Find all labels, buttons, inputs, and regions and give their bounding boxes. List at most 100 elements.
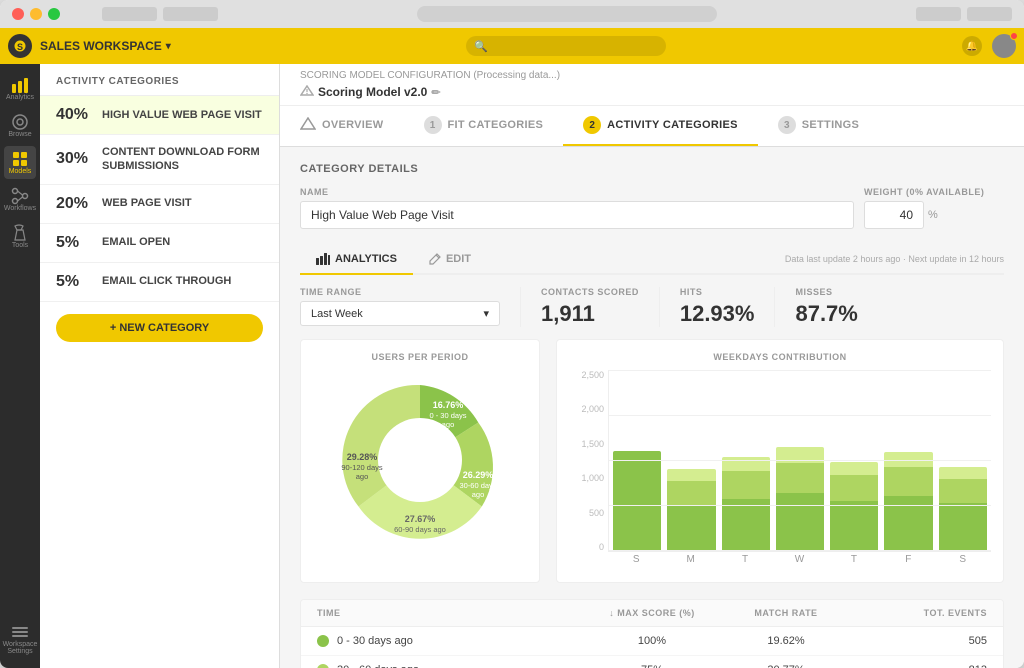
x-label-t2: T bbox=[830, 554, 878, 568]
analytics-tab[interactable]: ANALYTICS bbox=[300, 245, 413, 275]
category-details-title: CATEGORY DETAILS bbox=[300, 163, 1004, 175]
table-row-2: 30 - 60 days ago 75% 30.77% 813 bbox=[301, 656, 1003, 668]
hits-value: 12.93% bbox=[680, 301, 755, 327]
fullscreen-icon[interactable] bbox=[48, 8, 60, 20]
name-input[interactable] bbox=[300, 201, 854, 229]
nav-logo: S bbox=[8, 34, 32, 58]
td-time-2: 30 - 60 days ago bbox=[317, 664, 585, 668]
tab-fit-label: FIT CATEGORIES bbox=[448, 119, 544, 131]
categories-sidebar: ACTIVITY CATEGORIES 40% HIGH VALUE WEB P… bbox=[40, 64, 280, 668]
svg-text:ago: ago bbox=[356, 472, 369, 481]
edit-scoring-model-icon[interactable]: ✏ bbox=[431, 86, 440, 99]
svg-text:16.76%: 16.76% bbox=[433, 400, 464, 410]
sidebar-item-workspace-settings[interactable]: WorkspaceSettings bbox=[4, 619, 36, 660]
close-icon[interactable] bbox=[12, 8, 24, 20]
app-window: S SALES WORKSPACE ▾ 🔍 🔔 bbox=[0, 0, 1024, 668]
td-rate-1: 19.62% bbox=[719, 635, 853, 647]
svg-text:29.28%: 29.28% bbox=[347, 452, 378, 462]
hits-label: HITS bbox=[680, 287, 755, 297]
misses-label: MISSES bbox=[795, 287, 857, 297]
name-label: NAME bbox=[300, 187, 854, 197]
weight-row: % bbox=[864, 201, 1004, 229]
sidebar-browse-label: Browse bbox=[8, 131, 31, 138]
bar-chart-title: WEEKDAYS CONTRIBUTION bbox=[569, 352, 991, 362]
browser-tab-1[interactable] bbox=[102, 7, 157, 21]
td-rate-2: 30.77% bbox=[719, 664, 853, 668]
time-range-select[interactable]: Last Week ▾ bbox=[300, 301, 500, 326]
edit-tab[interactable]: EDIT bbox=[413, 245, 487, 275]
sidebar-models-label: Models bbox=[9, 168, 32, 175]
step-tabs: OVERVIEW 1 FIT CATEGORIES 2 ACTIVITY CAT… bbox=[280, 105, 1024, 146]
time-range-arrow: ▾ bbox=[483, 307, 489, 320]
analytics-tabs: ANALYTICS EDIT Data last update 2 hours … bbox=[300, 245, 1004, 275]
minimize-icon[interactable] bbox=[30, 8, 42, 20]
y-label-2000: 2,000 bbox=[581, 404, 604, 414]
svg-text:ago: ago bbox=[472, 490, 485, 499]
breadcrumb: SCORING MODEL CONFIGURATION (Processing … bbox=[280, 64, 1024, 85]
tab-fit-categories[interactable]: 1 FIT CATEGORIES bbox=[404, 106, 564, 146]
new-category-button[interactable]: + NEW CATEGORY bbox=[56, 314, 263, 342]
analytics-tab-label: ANALYTICS bbox=[335, 253, 397, 265]
sidebar-item-tools[interactable]: Tools bbox=[4, 220, 36, 253]
category-item-2[interactable]: 30% CONTENT DOWNLOAD FORM SUBMISSIONS bbox=[40, 135, 279, 185]
time-dot-1 bbox=[317, 635, 329, 647]
nav-right: 🔔 bbox=[962, 34, 1016, 58]
sidebar-ws-settings-label: WorkspaceSettings bbox=[3, 641, 38, 656]
th-tot-events: TOT. EVENTS bbox=[853, 608, 987, 618]
edit-tab-label: EDIT bbox=[446, 253, 471, 265]
weight-percent-label: % bbox=[928, 209, 938, 221]
category-item-3[interactable]: 20% WEB PAGE VISIT bbox=[40, 185, 279, 224]
th-time: TIME bbox=[317, 608, 585, 618]
y-label-2500: 2,500 bbox=[581, 370, 604, 380]
tab-activity-categories[interactable]: 2 ACTIVITY CATEGORIES bbox=[563, 106, 758, 146]
cat-percent-3: 20% bbox=[56, 195, 92, 213]
contacts-scored-block: CONTACTS SCORED 1,911 bbox=[520, 287, 659, 327]
tab-overview[interactable]: OVERVIEW bbox=[280, 106, 404, 146]
url-bar[interactable] bbox=[417, 6, 717, 22]
category-item-1[interactable]: 40% HIGH VALUE WEB PAGE VISIT bbox=[40, 96, 279, 135]
th-match-rate: MATCH RATE bbox=[719, 608, 853, 618]
icon-sidebar: Analytics Browse Models Workflows Tools bbox=[0, 64, 40, 668]
browser-btn-1[interactable] bbox=[916, 7, 961, 21]
svg-text:0 - 30 days: 0 - 30 days bbox=[429, 411, 466, 420]
name-weight-row: NAME WEIGHT (0% AVAILABLE) % bbox=[300, 187, 1004, 229]
donut-chart-section: USERS PER PERIOD bbox=[300, 339, 540, 583]
cat-percent-5: 5% bbox=[56, 273, 92, 291]
category-item-4[interactable]: 5% EMAIL OPEN bbox=[40, 224, 279, 263]
sidebar-workflows-label: Workflows bbox=[4, 205, 36, 212]
tab-activity-label: ACTIVITY CATEGORIES bbox=[607, 119, 738, 131]
weight-input[interactable] bbox=[864, 201, 924, 229]
svg-text:S: S bbox=[17, 42, 23, 52]
notifications-icon[interactable]: 🔔 bbox=[962, 36, 982, 56]
svg-text:26.29%: 26.29% bbox=[463, 470, 494, 480]
x-label-w: W bbox=[775, 554, 823, 568]
tab-settings[interactable]: 3 SETTINGS bbox=[758, 106, 879, 146]
table-header: TIME ↓ ↓ MAX SCORE (%)MAX SCORE (%) MATC… bbox=[301, 600, 1003, 627]
top-nav: S SALES WORKSPACE ▾ 🔍 🔔 bbox=[0, 28, 1024, 64]
bar-chart-section: WEEKDAYS CONTRIBUTION 2,500 2,000 1,500 … bbox=[556, 339, 1004, 583]
y-label-1500: 1,500 bbox=[581, 439, 604, 449]
browser-btn-2[interactable] bbox=[967, 7, 1012, 21]
contacts-scored-label: CONTACTS SCORED bbox=[541, 287, 639, 297]
category-details-content: CATEGORY DETAILS NAME WEIGHT (0% AVAILAB… bbox=[280, 147, 1024, 668]
sidebar-item-workflows[interactable]: Workflows bbox=[4, 183, 36, 216]
x-label-s2: S bbox=[939, 554, 987, 568]
cat-name-3: WEB PAGE VISIT bbox=[102, 196, 192, 210]
cat-percent-2: 30% bbox=[56, 150, 92, 168]
time-range-section: TIME RANGE Last Week ▾ bbox=[300, 287, 520, 326]
sidebar-item-analytics[interactable]: Analytics bbox=[4, 72, 36, 105]
sidebar-analytics-label: Analytics bbox=[6, 94, 34, 101]
main-area: Analytics Browse Models Workflows Tools bbox=[0, 64, 1024, 668]
data-table: TIME ↓ ↓ MAX SCORE (%)MAX SCORE (%) MATC… bbox=[300, 599, 1004, 668]
browser-tab-2[interactable] bbox=[163, 7, 218, 21]
svg-text:ago: ago bbox=[442, 420, 455, 429]
sidebar-item-browse[interactable]: Browse bbox=[4, 109, 36, 142]
weight-field: WEIGHT (0% AVAILABLE) % bbox=[864, 187, 1004, 229]
breadcrumb-text: SCORING MODEL CONFIGURATION (Processing … bbox=[300, 70, 560, 81]
svg-text:27.67%: 27.67% bbox=[405, 514, 436, 524]
category-item-5[interactable]: 5% EMAIL CLICK THROUGH bbox=[40, 263, 279, 302]
nav-brand-label: SALES WORKSPACE bbox=[40, 39, 162, 53]
sidebar-item-models[interactable]: Models bbox=[4, 146, 36, 179]
x-label-m: M bbox=[666, 554, 714, 568]
cat-name-1: HIGH VALUE WEB PAGE VISIT bbox=[102, 108, 262, 122]
